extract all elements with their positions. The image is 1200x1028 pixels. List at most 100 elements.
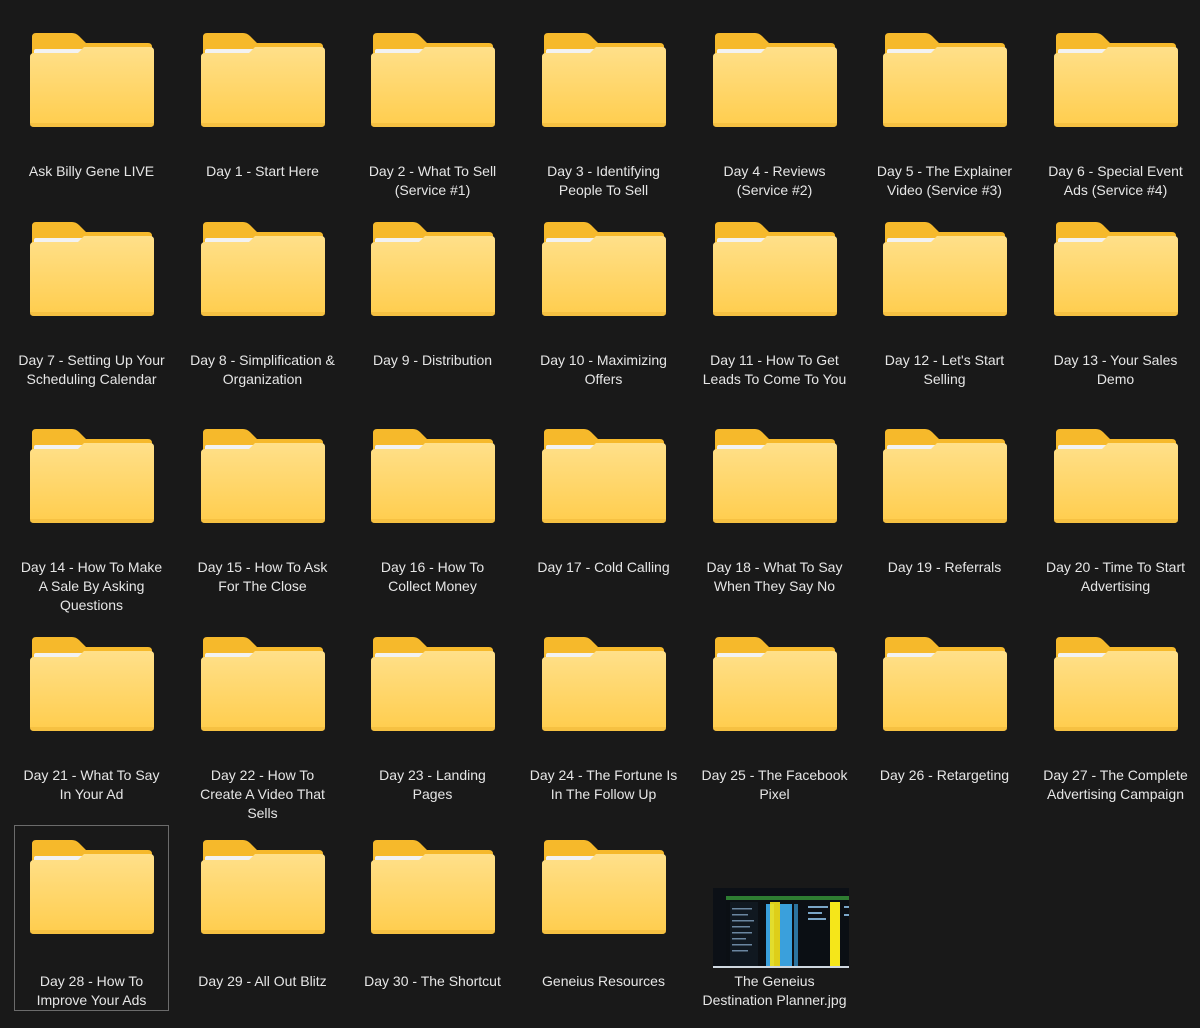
folder-thumbnail [356, 208, 511, 328]
folder-icon [542, 222, 666, 316]
folder-thumbnail [356, 415, 511, 535]
folder-item[interactable]: Day 28 - How To Improve Your Ads [14, 825, 169, 1011]
folder-thumbnail [698, 415, 853, 535]
folder-icon [542, 33, 666, 127]
folder-item[interactable]: Day 23 - Landing Pages [355, 622, 510, 802]
image-thumbnail [726, 896, 849, 966]
folder-item[interactable]: Day 12 - Let's Start Selling [867, 207, 1022, 387]
item-label: Day 15 - How To Ask For The Close [197, 559, 328, 594]
folder-item[interactable]: Geneius Resources [526, 825, 681, 1011]
item-label: The Geneius Destination Planner.jpg [702, 973, 847, 1008]
item-label: Day 19 - Referrals [887, 559, 1002, 575]
item-label: Day 30 - The Shortcut [364, 973, 501, 989]
folder-thumbnail [1039, 208, 1194, 328]
item-label: Day 27 - The Complete Advertising Campai… [1043, 767, 1188, 802]
folder-thumbnail [868, 208, 1023, 328]
file-item[interactable]: The Geneius Destination Planner.jpg [697, 825, 852, 1011]
folder-icon [713, 637, 837, 731]
folder-thumbnail [15, 415, 170, 535]
folder-item[interactable]: Day 16 - How To Collect Money [355, 414, 510, 594]
folder-item[interactable]: Day 13 - Your Sales Demo [1038, 207, 1193, 387]
folder-item[interactable]: Day 9 - Distribution [355, 207, 510, 387]
folder-item[interactable]: Day 6 - Special Event Ads (Service #4) [1038, 18, 1193, 198]
item-label: Day 14 - How To Make A Sale By Asking Qu… [20, 559, 163, 613]
folder-icon [1054, 429, 1178, 523]
item-label: Day 25 - The Facebook Pixel [701, 767, 848, 802]
item-label: Day 7 - Setting Up Your Scheduling Calen… [18, 352, 165, 387]
folder-icon [1054, 33, 1178, 127]
item-label: Day 21 - What To Say In Your Ad [23, 767, 160, 802]
item-label: Day 6 - Special Event Ads (Service #4) [1048, 163, 1183, 198]
folder-icon [371, 840, 495, 934]
item-label: Day 20 - Time To Start Advertising [1045, 559, 1185, 594]
folder-item[interactable]: Day 8 - Simplification & Organization [185, 207, 340, 387]
image-preview [713, 888, 849, 968]
folder-item[interactable]: Day 19 - Referrals [867, 414, 1022, 594]
folder-icon [883, 429, 1007, 523]
folder-thumbnail [527, 19, 682, 139]
item-label: Day 13 - Your Sales Demo [1053, 352, 1178, 387]
folder-icon [542, 429, 666, 523]
folder-item[interactable]: Day 24 - The Fortune Is In The Follow Up [526, 622, 681, 802]
folder-icon [1054, 222, 1178, 316]
folder-icon [542, 840, 666, 934]
folder-item[interactable]: Day 22 - How To Create A Video That Sell… [185, 622, 340, 821]
folder-icon [30, 33, 154, 127]
folder-item[interactable]: Day 11 - How To Get Leads To Come To You [697, 207, 852, 387]
folder-item[interactable]: Day 26 - Retargeting [867, 622, 1022, 802]
folder-item[interactable]: Day 1 - Start Here [185, 18, 340, 198]
item-label: Day 5 - The Explainer Video (Service #3) [876, 163, 1013, 198]
folder-item[interactable]: Day 20 - Time To Start Advertising [1038, 414, 1193, 594]
folder-thumbnail [15, 826, 170, 946]
item-label: Day 12 - Let's Start Selling [884, 352, 1005, 387]
folder-item[interactable]: Day 7 - Setting Up Your Scheduling Calen… [14, 207, 169, 387]
item-label: Day 8 - Simplification & Organization [190, 352, 335, 387]
folder-icon [30, 637, 154, 731]
folder-icon [713, 429, 837, 523]
item-label: Geneius Resources [542, 973, 665, 989]
folder-item[interactable]: Day 18 - What To Say When They Say No [697, 414, 852, 594]
folder-item[interactable]: Day 21 - What To Say In Your Ad [14, 622, 169, 802]
item-label: Day 1 - Start Here [206, 163, 319, 179]
item-label: Day 23 - Landing Pages [379, 767, 486, 802]
item-label: Day 29 - All Out Blitz [198, 973, 327, 989]
folder-item[interactable]: Day 4 - Reviews (Service #2) [697, 18, 852, 198]
folder-item[interactable]: Day 17 - Cold Calling [526, 414, 681, 594]
item-label: Day 26 - Retargeting [879, 767, 1010, 783]
item-label: Day 16 - How To Collect Money [380, 559, 485, 594]
item-label: Day 17 - Cold Calling [537, 559, 670, 575]
folder-thumbnail [698, 623, 853, 743]
folder-thumbnail [527, 826, 682, 946]
folder-item[interactable]: Day 5 - The Explainer Video (Service #3) [867, 18, 1022, 198]
folder-icon [883, 33, 1007, 127]
folder-thumbnail [15, 19, 170, 139]
folder-item[interactable]: Day 25 - The Facebook Pixel [697, 622, 852, 802]
folder-icon [883, 637, 1007, 731]
folder-item[interactable]: Ask Billy Gene LIVE [14, 18, 169, 198]
file-grid: Ask Billy Gene LIVE Day 1 - Start Here D… [0, 0, 1200, 1028]
item-label: Day 28 - How To Improve Your Ads [36, 973, 147, 1008]
folder-item[interactable]: Day 2 - What To Sell (Service #1) [355, 18, 510, 198]
folder-icon [713, 222, 837, 316]
folder-icon [1054, 637, 1178, 731]
folder-item[interactable]: Day 27 - The Complete Advertising Campai… [1038, 622, 1193, 802]
folder-thumbnail [868, 623, 1023, 743]
folder-icon [883, 222, 1007, 316]
folder-item[interactable]: Day 29 - All Out Blitz [185, 825, 340, 1011]
folder-thumbnail [527, 415, 682, 535]
folder-thumbnail [186, 415, 341, 535]
folder-item[interactable]: Day 3 - Identifying People To Sell [526, 18, 681, 198]
folder-thumbnail [698, 19, 853, 139]
folder-icon [30, 222, 154, 316]
folder-icon [30, 840, 154, 934]
folder-thumbnail [356, 623, 511, 743]
folder-item[interactable]: Day 30 - The Shortcut [355, 825, 510, 1011]
folder-icon [371, 429, 495, 523]
folder-thumbnail [15, 623, 170, 743]
folder-thumbnail [1039, 623, 1194, 743]
item-label: Day 22 - How To Create A Video That Sell… [200, 767, 325, 821]
folder-item[interactable]: Day 10 - Maximizing Offers [526, 207, 681, 387]
folder-item[interactable]: Day 14 - How To Make A Sale By Asking Qu… [14, 414, 170, 613]
item-label: Day 3 - Identifying People To Sell [547, 163, 660, 198]
folder-item[interactable]: Day 15 - How To Ask For The Close [185, 414, 340, 594]
